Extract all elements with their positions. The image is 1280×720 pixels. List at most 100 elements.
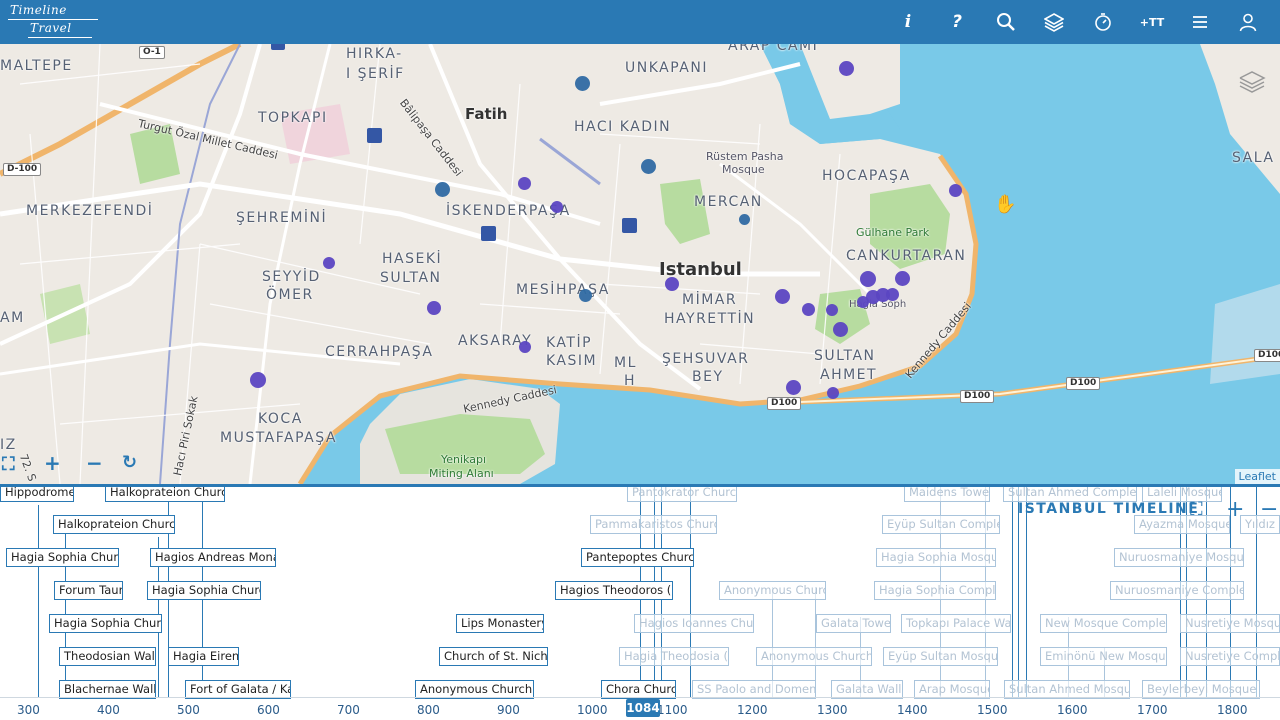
- district-label: HIRKA-: [346, 46, 403, 62]
- timeline-event-faint[interactable]: Eyüp Sultan Complex: [882, 515, 1000, 534]
- info-icon[interactable]: i: [892, 6, 924, 38]
- timeline-event-faint[interactable]: Hagia Theodosia (?): [619, 647, 729, 666]
- timeline-zoom-out-icon[interactable]: −: [1260, 499, 1278, 521]
- search-icon[interactable]: [990, 6, 1022, 38]
- timeline-event[interactable]: Church of St. Nichol: [439, 647, 548, 666]
- district-label: HASEKİ: [382, 251, 443, 267]
- timeline-event[interactable]: Hagia Sophia Church: [6, 548, 119, 567]
- site-marker[interactable]: [839, 61, 854, 76]
- menu-icon[interactable]: [1184, 6, 1216, 38]
- timeline-event-faint[interactable]: Nuruosmaniye Complex: [1110, 581, 1244, 600]
- timeline-event-faint[interactable]: Hagios Ioannes Churc: [634, 614, 754, 633]
- timeline-event-faint[interactable]: Maidens Tower: [904, 487, 990, 502]
- site-marker[interactable]: [739, 214, 750, 225]
- timeline-event[interactable]: Halkoprateion Church: [53, 515, 175, 534]
- timeline-panel[interactable]: Hippodrome Halkoprateion Church Halkopra…: [0, 484, 1280, 720]
- timeline-axis[interactable]: 300 400 500 600 700 800 900 1000 1100 12…: [0, 697, 1280, 720]
- site-marker[interactable]: [827, 387, 839, 399]
- district-label: AM: [0, 310, 25, 326]
- gulhane-label: Gülhane Park: [856, 226, 930, 239]
- district-label: SALA: [1232, 150, 1275, 166]
- site-marker[interactable]: [250, 372, 266, 388]
- font-size-icon[interactable]: +TT: [1136, 6, 1168, 38]
- timeline-event-faint[interactable]: Nuruosmaniye Mosque: [1114, 548, 1244, 567]
- site-marker[interactable]: [665, 277, 679, 291]
- timeline-event-faint[interactable]: Nusretiye Complex: [1180, 647, 1280, 666]
- timeline-event-faint[interactable]: New Mosque Complex: [1040, 614, 1167, 633]
- site-marker[interactable]: [579, 289, 592, 302]
- site-marker[interactable]: [551, 201, 563, 213]
- timeline-event-faint[interactable]: Galata Tower: [816, 614, 891, 633]
- timeline-event-faint[interactable]: Pammakaristos Church: [590, 515, 717, 534]
- timeline-event-faint[interactable]: Anonymous Church 2: [756, 647, 872, 666]
- timeline-event[interactable]: Hagios Andreas Monas: [150, 548, 276, 567]
- timeline-event[interactable]: Lips Monastery: [456, 614, 544, 633]
- timeline-zoom-in-icon[interactable]: +: [1226, 499, 1244, 521]
- leaflet-attribution[interactable]: Leaflet: [1234, 469, 1280, 484]
- site-marker[interactable]: [786, 380, 801, 395]
- district-label: SULTAN: [814, 348, 876, 364]
- app-logo[interactable]: Timeline Travel: [8, 2, 98, 40]
- hand-cursor-icon: ✋: [994, 194, 1017, 215]
- site-marker[interactable]: [949, 184, 962, 197]
- timeline-event-faint[interactable]: Eyüp Sultan Mosque: [883, 647, 998, 666]
- site-marker[interactable]: [895, 271, 910, 286]
- timeline-event-faint[interactable]: Eminönü New Mosque: [1040, 647, 1167, 666]
- app-root: Timeline Travel i ? +TT MALTEPE HIRKA- I…: [0, 0, 1280, 720]
- event-line: [1018, 487, 1019, 697]
- timeline-event[interactable]: Hagios Theodoros (?): [555, 581, 673, 600]
- reset-view-icon[interactable]: ↻: [122, 454, 137, 472]
- timeline-event[interactable]: Hagia Sophia Church: [49, 614, 162, 633]
- road-tag: D100: [767, 397, 802, 410]
- district-label: MALTEPE: [0, 58, 73, 74]
- site-marker[interactable]: [435, 182, 450, 197]
- site-marker[interactable]: [860, 271, 876, 287]
- axis-tick-label: 300: [17, 703, 40, 717]
- timeline-event-faint[interactable]: Pantokrator Church: [627, 487, 737, 502]
- site-marker[interactable]: [775, 289, 790, 304]
- timeline-event[interactable]: Hagia Eirene: [168, 647, 239, 666]
- timeline-event[interactable]: Pantepoptes Church: [581, 548, 694, 567]
- fullscreen-icon[interactable]: ⛶: [2, 456, 15, 474]
- timeline-event-faint[interactable]: Anonymous Church: [719, 581, 826, 600]
- timeline-event-faint[interactable]: Sultan Ahmed Complex: [1003, 487, 1137, 502]
- timeline-event[interactable]: Forum Tauri: [54, 581, 123, 600]
- event-line: [1012, 487, 1013, 697]
- district-label: ÖMER: [266, 287, 314, 303]
- timeline-event-faint[interactable]: Ayazma Mosque: [1134, 515, 1230, 534]
- site-marker[interactable]: [826, 304, 838, 316]
- zoom-in-icon[interactable]: +: [44, 453, 61, 473]
- site-marker[interactable]: [323, 257, 335, 269]
- timeline-event[interactable]: Theodosian Walls: [59, 647, 156, 666]
- help-icon[interactable]: ?: [941, 6, 973, 38]
- map-view[interactable]: MALTEPE HIRKA- I ŞERİF UNKAPANI ARAP CAM…: [0, 44, 1280, 484]
- timer-icon[interactable]: [1087, 6, 1119, 38]
- timeline-event-faint[interactable]: Laleli Mosque: [1142, 487, 1222, 502]
- site-marker[interactable]: [802, 303, 815, 316]
- layers-icon[interactable]: [1038, 6, 1070, 38]
- timeline-event[interactable]: Hippodrome: [0, 487, 74, 502]
- timeline-event-faint[interactable]: Hagia Sophia Complex: [874, 581, 996, 600]
- site-marker[interactable]: [518, 177, 531, 190]
- timeline-fullscreen-icon[interactable]: ⛶: [1190, 501, 1203, 519]
- site-marker[interactable]: [641, 159, 656, 174]
- site-marker[interactable]: [575, 76, 590, 91]
- timeline-event-faint[interactable]: Nusretiye Mosque: [1180, 614, 1280, 633]
- district-label: KASIM: [546, 353, 598, 369]
- site-marker[interactable]: [519, 341, 531, 353]
- district-label: KATİP: [546, 335, 593, 351]
- axis-tick-label: 1200: [737, 703, 768, 717]
- timeline-title: ISTANBUL TIMELINE: [1018, 501, 1200, 517]
- site-marker[interactable]: [427, 301, 441, 315]
- timeline-event[interactable]: Halkoprateion Church: [105, 487, 225, 502]
- timeline-event[interactable]: Hagia Sophia Church: [147, 581, 261, 600]
- site-marker[interactable]: [833, 322, 848, 337]
- timeline-event-faint[interactable]: Topkapı Palace Wall: [901, 614, 1011, 633]
- road-tag: D-100: [3, 163, 42, 176]
- timeline-event-faint[interactable]: Hagia Sophia Mosque: [876, 548, 996, 567]
- timeline-cursor-year[interactable]: 1084: [626, 699, 660, 717]
- user-icon[interactable]: [1232, 6, 1264, 38]
- zoom-out-icon[interactable]: −: [86, 453, 103, 473]
- site-marker[interactable]: [886, 288, 899, 301]
- map-layers-icon[interactable]: [1238, 70, 1266, 94]
